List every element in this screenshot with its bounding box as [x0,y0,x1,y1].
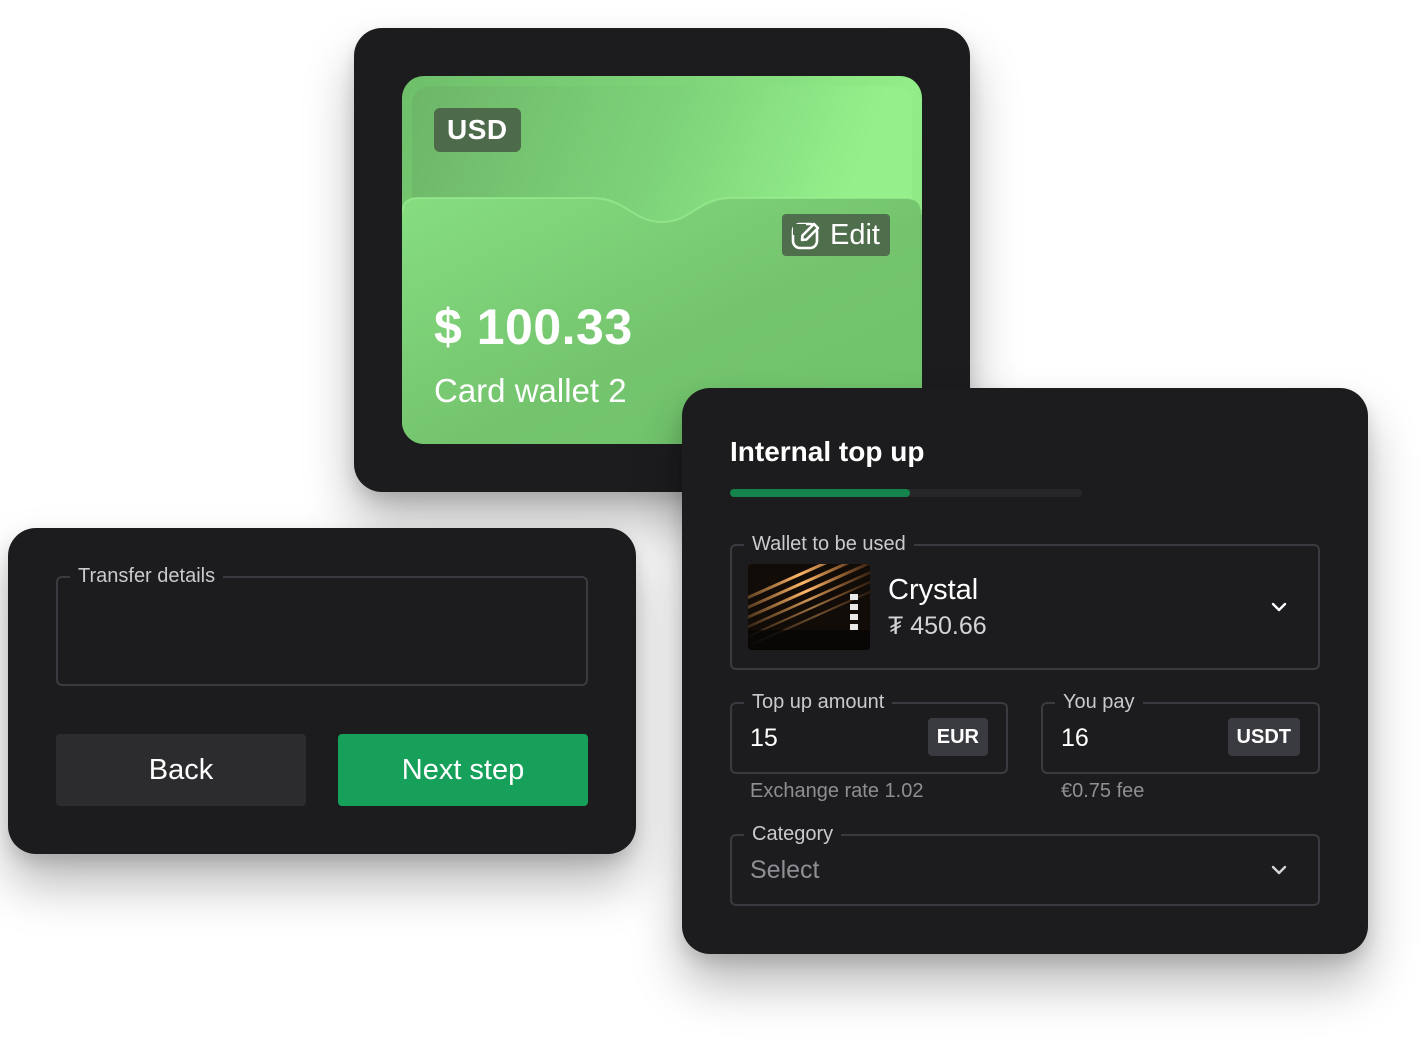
back-button[interactable]: Back [56,734,306,806]
topup-amount-label: Top up amount [744,690,893,714]
wallet-select[interactable]: Wallet to be used Crystal ₮ 450.66 [730,532,1320,670]
you-pay-field[interactable]: You pay 16 USDT [1041,690,1320,774]
transfer-panel: Transfer details Back Next step [8,528,636,854]
edit-button[interactable]: Edit [782,214,890,256]
next-step-button[interactable]: Next step [338,734,588,806]
currency-badge: USD [434,108,521,152]
edit-label: Edit [830,218,880,251]
wallet-option-balance: ₮ 450.66 [888,612,987,640]
edit-pencil-icon [790,219,822,251]
fee-text: €0.75 fee [1061,780,1145,802]
transfer-details-field[interactable]: Transfer details [56,564,588,686]
transfer-details-label: Transfer details [70,564,224,588]
internal-topup-panel: Internal top up Wallet to be used Crysta… [682,388,1368,954]
wallet-thumbnail [748,564,870,650]
exchange-rate-text: Exchange rate 1.02 [750,780,924,802]
you-pay-value: 16 [1061,724,1089,752]
category-select[interactable]: Category Select [730,822,1320,906]
wallet-balance: $ 100.33 [434,299,633,355]
topup-amount-field[interactable]: Top up amount 15 EUR [730,690,1008,774]
category-label: Category [744,822,842,846]
wallet-option-name: Crystal [888,574,979,606]
panel-title: Internal top up [730,436,925,467]
chevron-down-icon[interactable] [1268,596,1290,623]
wallet-select-label: Wallet to be used [744,532,914,556]
progress-fill [730,489,910,497]
progress-bar [730,489,1082,497]
category-placeholder: Select [750,856,820,884]
you-pay-label: You pay [1055,690,1143,714]
amount-currency-badge[interactable]: EUR [927,718,988,756]
pay-currency-badge[interactable]: USDT [1227,718,1300,756]
wallet-name: Card wallet 2 [434,372,627,409]
chevron-down-icon[interactable] [1268,859,1290,886]
topup-amount-value: 15 [750,724,778,752]
